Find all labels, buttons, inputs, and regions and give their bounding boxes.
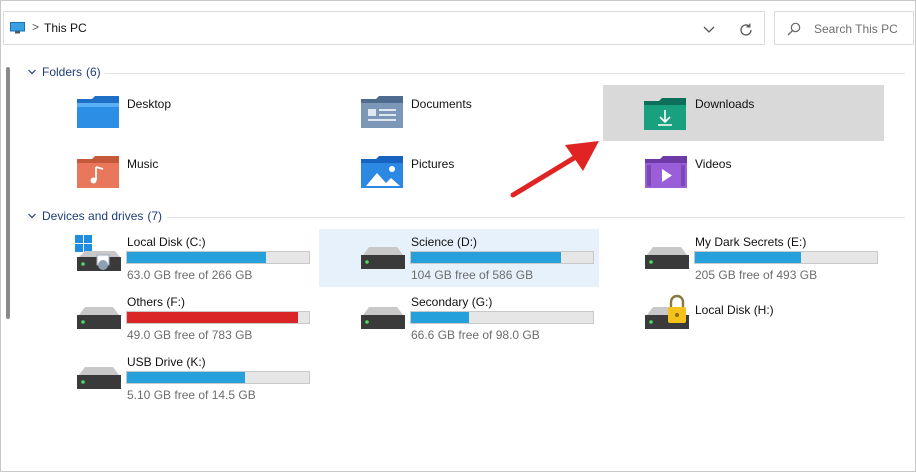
documents-folder-icon	[361, 96, 403, 128]
search-placeholder: Search This PC	[814, 22, 898, 36]
folder-tile-downloads[interactable]: Downloads	[603, 85, 884, 141]
drive-name: Others (F:)	[127, 295, 186, 309]
group-label: Folders	[42, 65, 83, 79]
drive-tile-k[interactable]: USB Drive (K:) 5.10 GB free of 14.5 GB	[71, 351, 321, 407]
drive-name: Local Disk (H:)	[695, 303, 774, 317]
locked-drive-icon	[645, 294, 689, 329]
pictures-folder-icon	[361, 156, 403, 188]
drives-group-header[interactable]: Devices and drives (7)	[27, 209, 162, 225]
drive-usage-bar	[410, 251, 594, 264]
drive-tile-e[interactable]: My Dark Secrets (E:) 205 GB free of 493 …	[639, 231, 889, 287]
desktop-folder-icon	[77, 96, 119, 128]
drive-free-space: 66.6 GB free of 98.0 GB	[411, 328, 540, 342]
folder-tile-desktop[interactable]: Desktop	[71, 89, 271, 141]
search-icon	[787, 22, 801, 36]
hard-drive-icon	[361, 307, 405, 329]
drive-free-space: 63.0 GB free of 266 GB	[127, 268, 253, 282]
drive-free-space: 104 GB free of 586 GB	[411, 268, 534, 282]
this-pc-icon	[10, 22, 25, 34]
drive-free-space: 5.10 GB free of 14.5 GB	[127, 388, 256, 402]
folder-tile-videos[interactable]: Videos	[639, 149, 839, 201]
chevron-down-icon[interactable]	[700, 21, 718, 37]
folders-group-header[interactable]: Folders (6)	[27, 65, 101, 81]
explorer-window: > This PC Search This PC Folders (6) Des…	[0, 0, 916, 472]
drive-name: USB Drive (K:)	[127, 355, 206, 369]
hard-drive-icon	[77, 307, 121, 329]
drive-usage-bar	[694, 251, 878, 264]
downloads-folder-icon	[644, 98, 686, 130]
group-divider	[167, 217, 905, 218]
drive-name: Secondary (G:)	[411, 295, 493, 309]
drive-usage-bar	[126, 251, 310, 264]
music-folder-icon	[77, 156, 119, 188]
drive-tile-f[interactable]: Others (F:) 49.0 GB free of 783 GB	[71, 291, 321, 347]
folder-name: Downloads	[695, 97, 755, 111]
address-bar[interactable]: > This PC	[3, 11, 765, 45]
videos-folder-icon	[645, 156, 687, 188]
drive-tile-g[interactable]: Secondary (G:) 66.6 GB free of 98.0 GB	[355, 291, 605, 347]
refresh-icon[interactable]	[737, 21, 755, 39]
group-count: (7)	[147, 209, 163, 223]
hard-drive-icon	[645, 247, 689, 269]
chevron-down-icon	[28, 213, 36, 219]
folder-name: Pictures	[411, 157, 455, 171]
folder-name: Music	[127, 157, 159, 171]
hard-drive-icon	[361, 247, 405, 269]
breadcrumb-this-pc[interactable]: This PC	[44, 21, 87, 35]
drive-usage-bar	[126, 371, 310, 384]
annotation-arrow-icon	[510, 141, 599, 198]
drive-name: Local Disk (C:)	[127, 235, 206, 249]
folder-name: Desktop	[127, 97, 172, 111]
drive-tile-h[interactable]: Local Disk (H:)	[639, 291, 889, 347]
hard-drive-icon	[77, 367, 121, 389]
search-box[interactable]: Search This PC	[774, 11, 914, 45]
drive-tile-d[interactable]: Science (D:) 104 GB free of 586 GB	[319, 229, 599, 287]
breadcrumb-separator: >	[32, 20, 40, 34]
folder-tile-music[interactable]: Music	[71, 149, 271, 201]
drive-tile-c[interactable]: Local Disk (C:) 63.0 GB free of 266 GB	[71, 231, 321, 287]
folder-name: Videos	[695, 157, 732, 171]
drive-name: Science (D:)	[411, 235, 478, 249]
group-label: Devices and drives	[42, 209, 144, 223]
drive-usage-bar	[410, 311, 594, 324]
drive-name: My Dark Secrets (E:)	[695, 235, 807, 249]
drive-usage-bar	[126, 311, 310, 324]
drive-free-space: 49.0 GB free of 783 GB	[127, 328, 253, 342]
group-count: (6)	[86, 65, 101, 79]
system-drive-icon	[75, 235, 121, 271]
group-divider	[105, 73, 905, 74]
vertical-scrollbar[interactable]	[6, 67, 10, 319]
drive-free-space: 205 GB free of 493 GB	[695, 268, 818, 282]
folder-name: Documents	[411, 97, 472, 111]
chevron-down-icon	[28, 69, 36, 75]
